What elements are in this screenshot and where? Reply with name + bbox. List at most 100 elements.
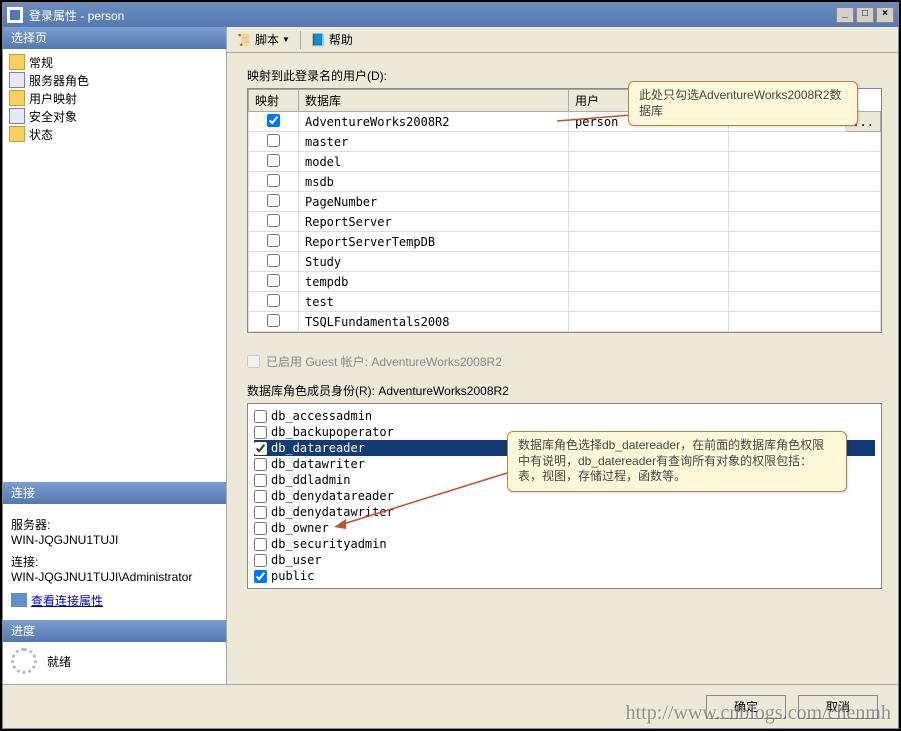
sidebar-item-label: 服务器角色 xyxy=(29,72,89,89)
view-connection-link[interactable]: 查看连接属性 xyxy=(11,592,103,609)
cell-db: TSQLFundamentals2008 xyxy=(299,312,569,332)
role-checkbox[interactable] xyxy=(254,410,267,423)
window-icon xyxy=(7,7,23,23)
cell-schema xyxy=(729,212,881,232)
map-checkbox[interactable] xyxy=(267,314,280,327)
window-title: 登录属性 - person xyxy=(29,7,836,24)
sidebar-item-label: 状态 xyxy=(29,126,53,143)
role-item[interactable]: db_user xyxy=(254,552,875,568)
sidebar-item-4[interactable]: 状态 xyxy=(3,125,226,143)
table-row[interactable]: ReportServerTempDB xyxy=(249,232,881,252)
role-checkbox[interactable] xyxy=(254,490,267,503)
sidebar-item-label: 安全对象 xyxy=(29,108,77,125)
map-checkbox[interactable] xyxy=(267,134,280,147)
watermark: http://www.cnblogs.com/chenmh xyxy=(626,702,891,725)
role-item[interactable]: db_securityadmin xyxy=(254,536,875,552)
table-row[interactable]: Study xyxy=(249,252,881,272)
role-checkbox[interactable] xyxy=(254,538,267,551)
map-checkbox[interactable] xyxy=(267,234,280,247)
role-item[interactable]: public xyxy=(254,568,875,584)
table-row[interactable]: msdb xyxy=(249,172,881,192)
cell-db: ReportServer xyxy=(299,212,569,232)
guest-label: 已启用 Guest 帐户: AdventureWorks2008R2 xyxy=(266,353,502,370)
script-button[interactable]: 📜 脚本 ▼ xyxy=(233,29,294,50)
role-item[interactable]: db_owner xyxy=(254,520,875,536)
cell-schema xyxy=(729,252,881,272)
cell-db: ReportServerTempDB xyxy=(299,232,569,252)
table-row[interactable]: PageNumber xyxy=(249,192,881,212)
map-checkbox[interactable] xyxy=(267,214,280,227)
map-checkbox[interactable] xyxy=(267,274,280,287)
map-checkbox[interactable] xyxy=(267,174,280,187)
table-row[interactable]: model xyxy=(249,152,881,172)
cell-user xyxy=(569,132,729,152)
minimize-button[interactable]: _ xyxy=(836,7,854,23)
table-row[interactable]: test xyxy=(249,292,881,312)
role-checkbox[interactable] xyxy=(254,554,267,567)
cell-db: PageNumber xyxy=(299,192,569,212)
titlebar[interactable]: 登录属性 - person _ □ × xyxy=(3,3,898,27)
table-row[interactable]: tempdb xyxy=(249,272,881,292)
cell-db: test xyxy=(299,292,569,312)
progress-header: 进度 xyxy=(3,620,226,642)
role-item[interactable]: db_accessadmin xyxy=(254,408,875,424)
page-icon xyxy=(9,72,25,88)
page-icon xyxy=(9,126,25,142)
sidebar-item-label: 常规 xyxy=(29,54,53,71)
role-label: db_securityadmin xyxy=(271,537,387,551)
login-properties-window: 登录属性 - person _ □ × 选择页 常规服务器角色用户映射安全对象状… xyxy=(2,2,899,729)
role-label: db_datawriter xyxy=(271,457,365,471)
role-checkbox[interactable] xyxy=(254,458,267,471)
col-map[interactable]: 映射 xyxy=(249,90,299,112)
cell-user xyxy=(569,232,729,252)
table-row[interactable]: TSQLFundamentals2008 xyxy=(249,312,881,332)
callout-mapping-hint: 此处只勾选AdventureWorks2008R2数据库 xyxy=(628,81,858,126)
sidebar-item-label: 用户映射 xyxy=(29,90,77,107)
sidebar: 选择页 常规服务器角色用户映射安全对象状态 连接 服务器: WIN-JQGJNU… xyxy=(3,27,227,684)
page-icon xyxy=(9,90,25,106)
role-checkbox[interactable] xyxy=(254,442,267,455)
sidebar-item-2[interactable]: 用户映射 xyxy=(3,89,226,107)
guest-checkbox xyxy=(247,355,260,368)
role-checkbox[interactable] xyxy=(254,426,267,439)
cell-db: model xyxy=(299,152,569,172)
map-checkbox[interactable] xyxy=(267,294,280,307)
table-row[interactable]: master xyxy=(249,132,881,152)
close-button[interactable]: × xyxy=(876,7,894,23)
help-button[interactable]: 📘 帮助 xyxy=(307,29,357,50)
maximize-button[interactable]: □ xyxy=(856,7,874,23)
col-db[interactable]: 数据库 xyxy=(299,90,569,112)
cell-db: AdventureWorks2008R2 xyxy=(299,112,569,132)
cell-db: master xyxy=(299,132,569,152)
cell-db: Study xyxy=(299,252,569,272)
role-item[interactable]: db_denydatawriter xyxy=(254,504,875,520)
cell-schema xyxy=(729,152,881,172)
map-checkbox[interactable] xyxy=(267,194,280,207)
role-checkbox[interactable] xyxy=(254,506,267,519)
connection-label: 连接: xyxy=(11,553,218,570)
role-label: db_backupoperator xyxy=(271,425,394,439)
cell-user xyxy=(569,192,729,212)
roles-section-label: 数据库角色成员身份(R): AdventureWorks2008R2 xyxy=(247,382,882,399)
cell-user xyxy=(569,172,729,192)
map-checkbox[interactable] xyxy=(267,254,280,267)
cell-user xyxy=(569,292,729,312)
map-checkbox[interactable] xyxy=(267,154,280,167)
progress-spinner-icon xyxy=(11,648,37,674)
script-label: 脚本 xyxy=(255,31,279,48)
role-checkbox[interactable] xyxy=(254,570,267,583)
page-icon xyxy=(9,108,25,124)
sidebar-item-0[interactable]: 常规 xyxy=(3,53,226,71)
table-row[interactable]: ReportServer xyxy=(249,212,881,232)
sidebar-item-3[interactable]: 安全对象 xyxy=(3,107,226,125)
connection-header: 连接 xyxy=(3,482,226,504)
cell-schema xyxy=(729,232,881,252)
role-checkbox[interactable] xyxy=(254,474,267,487)
cell-schema xyxy=(729,192,881,212)
role-label: db_denydatawriter xyxy=(271,505,394,519)
role-checkbox[interactable] xyxy=(254,522,267,535)
sidebar-item-1[interactable]: 服务器角色 xyxy=(3,71,226,89)
role-label: db_accessadmin xyxy=(271,409,372,423)
role-label: public xyxy=(271,569,314,583)
map-checkbox[interactable] xyxy=(267,114,280,127)
